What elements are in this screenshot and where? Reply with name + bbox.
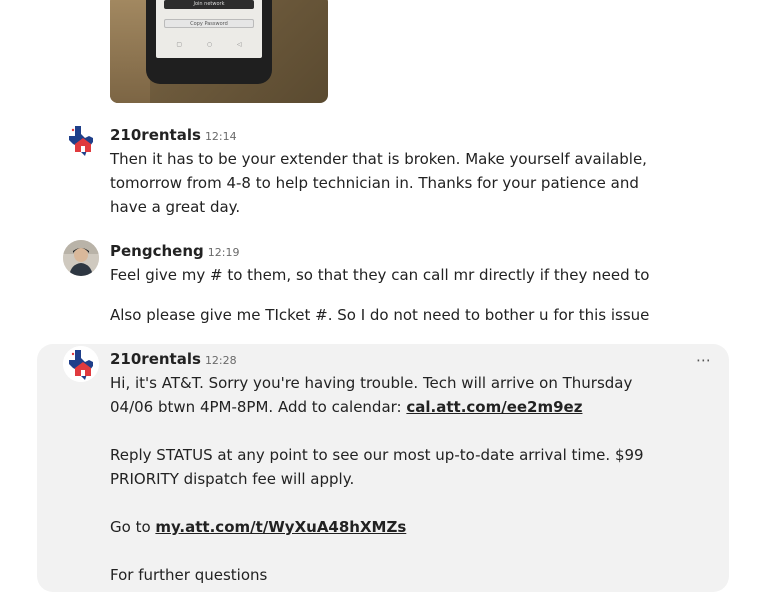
photo-copy-password-label: Copy Password (164, 19, 254, 28)
message-text: Go to (110, 518, 156, 536)
message-header: Pengcheng 12:19 (110, 241, 239, 260)
att-tracking-link[interactable]: my.att.com/t/WyXuA48hXMZs (155, 518, 406, 536)
message-body: Hi, it's AT&T. Sorry you're having troub… (110, 371, 680, 587)
message-paragraph: Then it has to be your extender that is … (110, 150, 647, 216)
attached-photo[interactable]: Join network Copy Password ▢ ○ ◁ (110, 0, 328, 103)
message-paragraph: Reply STATUS at any point to see our mos… (110, 446, 644, 488)
message-time: 12:28 (204, 354, 237, 367)
photo-join-network-label: Join network (164, 0, 254, 9)
texas-house-logo-icon (63, 122, 99, 158)
message-paragraph: Go to my.att.com/t/WyXuA48hXMZs (110, 515, 680, 539)
message-header: 210rentals 12:14 (110, 125, 237, 144)
photo-hand (110, 0, 150, 103)
message-paragraph: For further questions (110, 566, 268, 584)
guest-avatar[interactable] (63, 240, 99, 276)
texas-house-logo-icon (63, 346, 99, 382)
message-body: Then it has to be your extender that is … (110, 147, 680, 219)
message-paragraph: Hi, it's AT&T. Sorry you're having troub… (110, 371, 680, 419)
sender-name[interactable]: 210rentals (110, 350, 201, 368)
message-paragraph: Also please give me TIcket #. So I do no… (110, 306, 650, 324)
message-time: 12:19 (207, 246, 240, 259)
message-header: 210rentals 12:28 (110, 349, 237, 368)
photo-nav-bar: ▢ ○ ◁ (176, 40, 242, 48)
sender-name[interactable]: Pengcheng (110, 242, 204, 260)
sender-name[interactable]: 210rentals (110, 126, 201, 144)
more-options-icon[interactable]: ⋯ (692, 351, 716, 369)
host-avatar[interactable] (63, 346, 99, 382)
message-time: 12:14 (204, 130, 237, 143)
message-body: Feel give my # to them, so that they can… (110, 263, 680, 327)
calendar-link[interactable]: cal.att.com/ee2m9ez (406, 398, 582, 416)
person-photo-icon (63, 240, 99, 276)
host-avatar[interactable] (63, 122, 99, 158)
message-paragraph: Feel give my # to them, so that they can… (110, 266, 650, 284)
